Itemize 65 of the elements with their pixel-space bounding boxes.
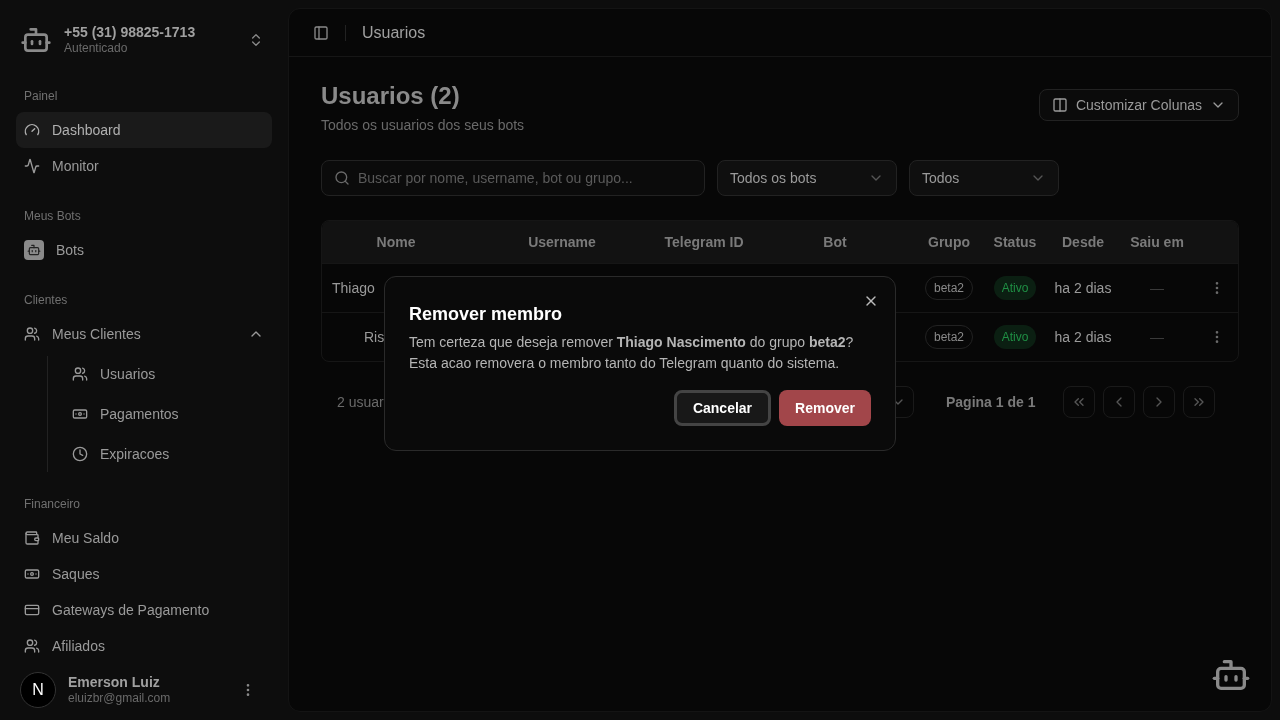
sidebar-item[interactable]: Usuarios (64, 356, 272, 392)
column-header: Desde (1061, 232, 1105, 252)
sidebar-item[interactable]: Expiracoes (64, 436, 272, 472)
page-subtitle: Todos os usuarios dos seus bots (321, 116, 525, 135)
section-heading: Meus Bots (23, 208, 82, 225)
account-status: Autenticado (64, 41, 129, 57)
search-input[interactable]: Buscar por nome, username, bot ou grupo... (358, 167, 692, 189)
column-header: Telegram ID (663, 232, 745, 252)
left-at-cell-text: — (1150, 278, 1164, 298)
users-icon (72, 366, 88, 382)
column-header: Saiu em (1129, 232, 1185, 252)
section-heading: Painel (23, 88, 59, 105)
column-header: Bot (822, 232, 848, 252)
left-at-cell-text: — (1150, 327, 1164, 347)
banknote-icon (24, 566, 40, 582)
bot-select[interactable]: Todos os bots (717, 160, 897, 196)
name-cell: Ris (364, 328, 385, 345)
sidebar-toggle-icon[interactable] (313, 24, 329, 41)
column-header: Username (527, 232, 597, 252)
robot-icon (27, 243, 41, 257)
customize-columns-button[interactable]: Customizar Colunas (1038, 89, 1239, 121)
dialog-message: Tem certeza que deseja remover Thiago Nascimento do grupo beta2? (409, 333, 855, 352)
columns-icon (1051, 97, 1068, 113)
sidebar-item[interactable]: Afiliados (16, 628, 272, 664)
page-indicator: Pagina 1 de 1 (946, 392, 1037, 412)
users-icon (24, 638, 40, 654)
users-icon (24, 326, 40, 342)
sidebar-item[interactable]: Meus Clientes (16, 316, 272, 352)
sidebar-item[interactable]: Saques (16, 556, 272, 592)
dialog-note: Esta acao removera o membro tanto do Telegram quanto do sistema. (409, 354, 841, 373)
since-cell-text: ha 2 dias (1054, 278, 1112, 298)
card-icon (24, 602, 40, 618)
sidebar-item[interactable]: Pagamentos (64, 396, 272, 432)
search-icon (334, 170, 350, 186)
cancel-button[interactable]: Cancelar (673, 390, 772, 426)
wallet-icon (24, 530, 40, 546)
name-cell: Thiago (332, 279, 375, 296)
account-phone: +55 (31) 98825-1713 (64, 23, 197, 42)
status-badge: Ativo (993, 325, 1037, 349)
sidebar-item[interactable]: Monitor (16, 148, 272, 184)
pulse-icon (24, 158, 40, 174)
clock-icon (72, 446, 88, 462)
dialog-title: Remover membro (409, 303, 564, 326)
status-select[interactable]: Todos (909, 160, 1059, 196)
column-header: Grupo (927, 232, 971, 252)
user-count: 2 usuar (337, 392, 384, 412)
column-header: Nome (375, 232, 417, 252)
avatar: N (20, 672, 56, 708)
sidebar-item[interactable]: Meu Saldo (16, 520, 272, 556)
user-email: eluizbr@gmail.com (68, 691, 172, 707)
gauge-icon (24, 122, 40, 138)
user-name: Emerson Luiz (68, 673, 161, 692)
search-field[interactable]: Buscar por nome, username, bot ou grupo... (321, 160, 705, 196)
since-cell-text: ha 2 dias (1054, 327, 1112, 347)
sidebar-item[interactable]: Dashboard (16, 112, 272, 148)
status-badge: Ativo (993, 276, 1037, 300)
page-title: Usuarios (2) (321, 81, 461, 111)
section-heading: Clientes (23, 292, 69, 309)
section-heading: Financeiro (23, 496, 82, 513)
banknote-icon (72, 406, 88, 422)
breadcrumb-title: Usuarios (362, 22, 426, 43)
column-header: Status (992, 232, 1038, 252)
sidebar-item[interactable]: Bots (16, 232, 272, 268)
remove-button[interactable]: Remover (779, 390, 871, 426)
sidebar-item[interactable]: Gateways de Pagamento (16, 592, 272, 628)
